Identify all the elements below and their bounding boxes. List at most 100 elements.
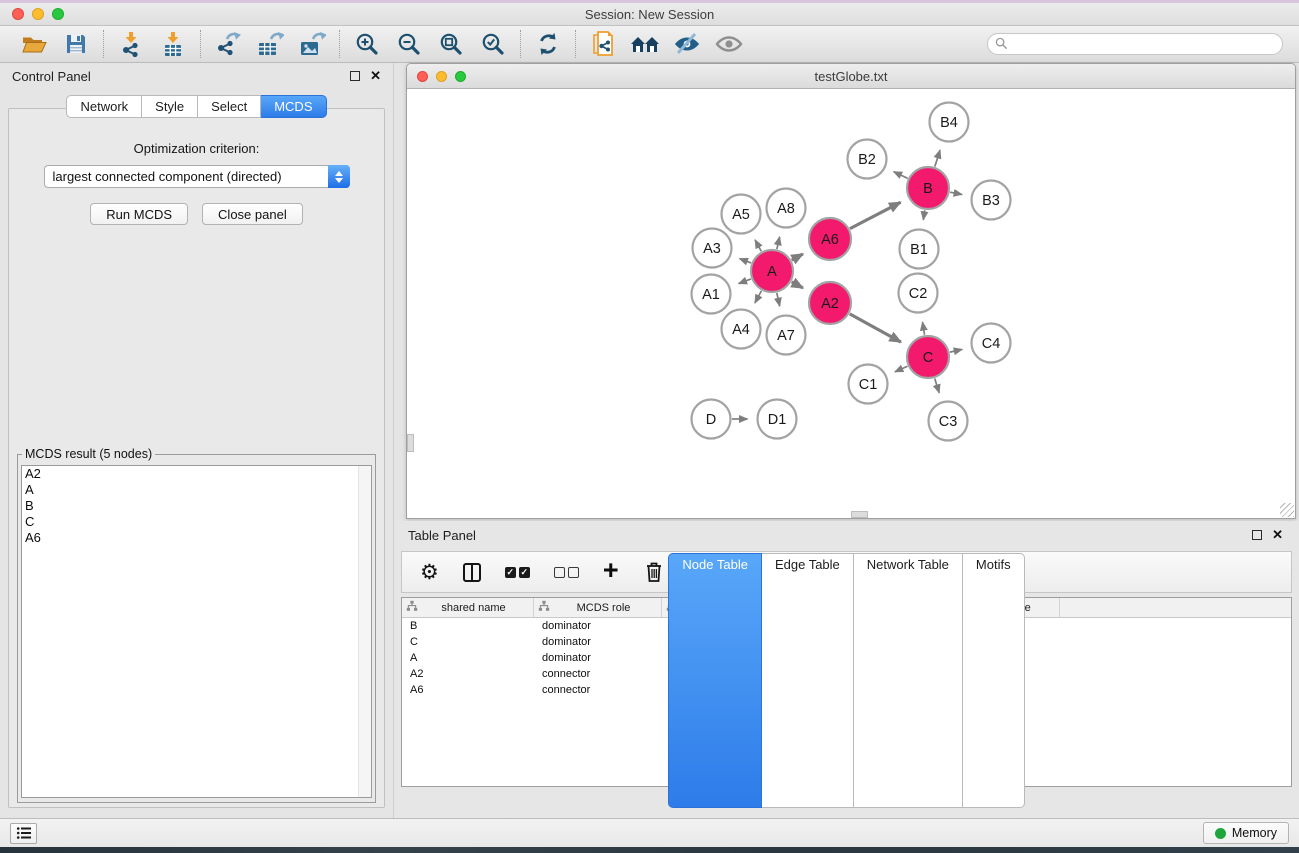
edge-A-A2[interactable] — [792, 282, 803, 288]
run-mcds-button[interactable]: Run MCDS — [90, 203, 188, 225]
dropdown-stepper-icon[interactable] — [328, 165, 350, 188]
criterion-dropdown[interactable]: largest connected component (directed) — [44, 165, 350, 188]
node-B[interactable]: B — [907, 167, 949, 209]
node-B3[interactable]: B3 — [972, 181, 1011, 220]
svg-text:A5: A5 — [732, 207, 750, 223]
edge-A-A4[interactable] — [755, 291, 761, 303]
window-title: Session: New Session — [0, 7, 1299, 22]
node-B2[interactable]: B2 — [848, 140, 887, 179]
edge-A-A3[interactable] — [740, 259, 751, 263]
edge-B-B2[interactable] — [894, 172, 908, 179]
close-panel-icon[interactable]: ✕ — [370, 71, 381, 81]
memory-button[interactable]: Memory — [1203, 822, 1289, 844]
criterion-dropdown-value: largest connected component (directed) — [53, 169, 282, 184]
zoom-in-icon[interactable] — [351, 29, 383, 59]
edge-A-A8[interactable] — [777, 237, 780, 249]
tab-mcds[interactable]: MCDS — [261, 95, 326, 118]
node-C3[interactable]: C3 — [929, 402, 968, 441]
edge-B-B4[interactable] — [935, 150, 940, 166]
search-input[interactable] — [987, 33, 1283, 55]
save-icon[interactable] — [60, 29, 92, 59]
network-canvas[interactable]: B4 B2 B B3 A5 A8 A6 A3 B1 A A1 C2 A2 A4 A7 C4 C C1 C3 D D1 — [407, 90, 1295, 518]
refresh-icon[interactable] — [532, 29, 564, 59]
node-C4[interactable]: C4 — [972, 324, 1011, 363]
node-C1[interactable]: C1 — [849, 365, 888, 404]
result-item[interactable]: A6 — [22, 530, 371, 546]
result-item[interactable]: A2 — [22, 466, 371, 482]
toolbar-separator — [339, 30, 340, 58]
tab-select[interactable]: Select — [198, 95, 261, 118]
tab-network[interactable]: Network — [66, 95, 142, 118]
node-A1[interactable]: A1 — [692, 275, 731, 314]
node-A[interactable]: A — [751, 250, 793, 292]
float-panel-icon[interactable] — [350, 71, 360, 81]
close-table-panel-icon[interactable]: ✕ — [1272, 530, 1283, 540]
zoom-out-icon[interactable] — [393, 29, 425, 59]
node-A5[interactable]: A5 — [722, 195, 761, 234]
edge-A2-C[interactable] — [850, 314, 901, 342]
mcds-result-list[interactable]: A2ABCA6 — [21, 465, 372, 798]
node-A7[interactable]: A7 — [767, 316, 806, 355]
tab-style[interactable]: Style — [142, 95, 198, 118]
node-C2[interactable]: C2 — [899, 274, 938, 313]
tab-network-table[interactable]: Network Table — [854, 553, 963, 808]
result-list-scrollbar[interactable] — [358, 466, 371, 797]
list-icon — [16, 826, 32, 840]
tab-motifs[interactable]: Motifs — [963, 553, 1025, 808]
node-A8[interactable]: A8 — [767, 189, 806, 228]
eye-slash-icon[interactable] — [671, 29, 703, 59]
node-B4[interactable]: B4 — [930, 103, 969, 142]
clone-network-document-icon[interactable] — [587, 29, 619, 59]
zoom-selected-icon[interactable] — [477, 29, 509, 59]
tab-edge-table[interactable]: Edge Table — [762, 553, 854, 808]
edge-C-C2[interactable] — [923, 322, 925, 335]
houses-icon[interactable] — [629, 29, 661, 59]
export-table-icon[interactable] — [254, 29, 286, 59]
table-panel-title: Table Panel — [408, 528, 476, 543]
result-item[interactable]: C — [22, 514, 371, 530]
svg-text:A1: A1 — [702, 287, 720, 303]
mcds-tab-content: Optimization criterion: largest connecte… — [8, 108, 385, 808]
network-graph[interactable]: B4 B2 B B3 A5 A8 A6 A3 B1 A A1 C2 A2 A4 A7 C4 C C1 C3 D D1 — [407, 90, 1295, 518]
edge-C-C1[interactable] — [895, 366, 908, 372]
export-network-icon[interactable] — [212, 29, 244, 59]
edge-A-A6[interactable] — [792, 254, 803, 260]
edge-A-A7[interactable] — [777, 293, 780, 306]
edge-A6-B[interactable] — [850, 202, 901, 228]
node-A4[interactable]: A4 — [722, 310, 761, 349]
close-panel-button[interactable]: Close panel — [202, 203, 303, 225]
node-A3[interactable]: A3 — [693, 229, 732, 268]
edge-C-C3[interactable] — [935, 378, 939, 392]
import-network-icon[interactable] — [115, 29, 147, 59]
horizontal-scroll-grip[interactable] — [851, 511, 868, 518]
tab-node-table[interactable]: Node Table — [668, 553, 762, 808]
node-D1[interactable]: D1 — [758, 400, 797, 439]
window-resize-grip[interactable] — [1280, 503, 1294, 517]
node-A6[interactable]: A6 — [809, 218, 851, 260]
vertical-scroll-grip[interactable] — [407, 434, 414, 452]
edge-C-C4[interactable] — [950, 349, 962, 352]
open-folder-icon[interactable] — [18, 29, 50, 59]
svg-text:B1: B1 — [910, 242, 928, 258]
edge-B-B1[interactable] — [923, 210, 924, 220]
node-B1[interactable]: B1 — [900, 230, 939, 269]
result-item[interactable]: B — [22, 498, 371, 514]
optimization-criterion-label: Optimization criterion: — [9, 141, 384, 156]
control-panel-title: Control Panel — [12, 69, 91, 84]
toolbar-separator — [520, 30, 521, 58]
edge-B-B3[interactable] — [950, 192, 962, 194]
float-table-panel-icon[interactable] — [1252, 530, 1262, 540]
svg-text:A3: A3 — [703, 241, 721, 257]
node-C[interactable]: C — [907, 336, 949, 378]
node-A2[interactable]: A2 — [809, 282, 851, 324]
edge-A-A1[interactable] — [739, 279, 751, 284]
edge-A-A5[interactable] — [755, 240, 761, 251]
task-history-button[interactable] — [10, 823, 37, 844]
svg-text:A8: A8 — [777, 201, 795, 217]
result-item[interactable]: A — [22, 482, 371, 498]
node-D[interactable]: D — [692, 400, 731, 439]
zoom-fit-icon[interactable] — [435, 29, 467, 59]
svg-text:A7: A7 — [777, 328, 795, 344]
export-image-icon[interactable] — [296, 29, 328, 59]
import-table-icon[interactable] — [157, 29, 189, 59]
